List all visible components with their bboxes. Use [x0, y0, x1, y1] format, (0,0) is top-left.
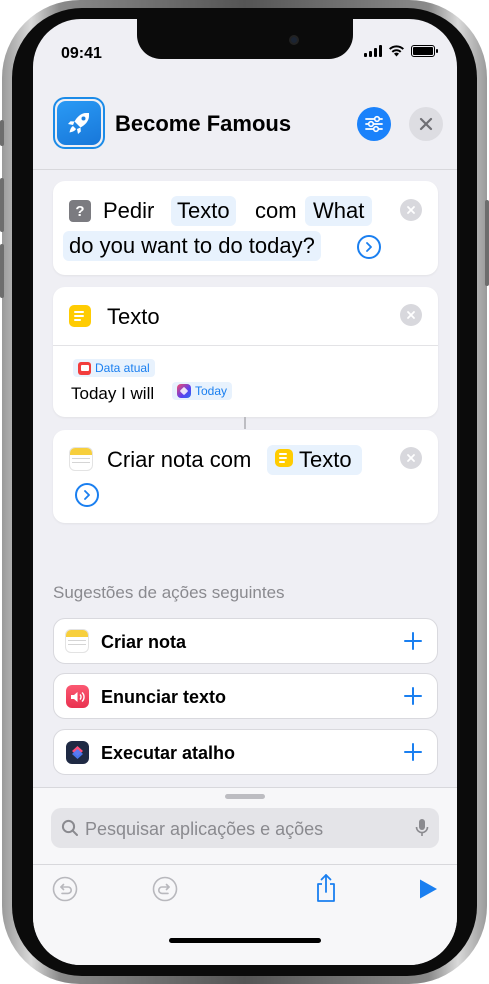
- redo-icon[interactable]: [152, 876, 178, 902]
- action-search-panel: Pesquisar aplicações e ações: [33, 787, 457, 965]
- rocket-icon: [68, 113, 89, 134]
- shortcuts-icon: [177, 384, 191, 398]
- drag-handle[interactable]: [225, 794, 265, 799]
- suggestion-label: Executar atalho: [101, 743, 236, 763]
- ask-verb: Pedir: [103, 198, 155, 223]
- close-icon: [407, 311, 415, 319]
- notch: [137, 19, 353, 59]
- suggestion-label: Enunciar texto: [101, 687, 227, 707]
- question-icon: ?: [69, 200, 91, 222]
- expand-chevron-icon[interactable]: [75, 483, 99, 507]
- search-input[interactable]: Pesquisar aplicações e ações: [51, 808, 439, 848]
- action-ask-for-input[interactable]: ? Pedir Texto com What do you want to do…: [53, 181, 438, 275]
- search-placeholder: Pesquisar aplicações e ações: [85, 819, 324, 839]
- text-body[interactable]: Today I will: [71, 384, 154, 404]
- speech-icon: [66, 685, 89, 708]
- close-icon: [407, 454, 415, 462]
- phone-side-button: [0, 178, 4, 232]
- cellular-signal-icon: [364, 45, 382, 57]
- sliders-icon: [365, 115, 383, 133]
- notes-icon: [69, 447, 93, 471]
- prompt-token[interactable]: What: [305, 196, 373, 226]
- action-create-note[interactable]: Criar nota com Texto: [53, 430, 438, 523]
- action-text[interactable]: Texto Data atual Today I will Today: [53, 287, 438, 417]
- status-time: 09:41: [61, 45, 102, 62]
- expand-chevron-icon[interactable]: [357, 235, 381, 259]
- remove-action-button[interactable]: [400, 304, 422, 326]
- divider: [53, 345, 438, 346]
- suggestion-create-note[interactable]: Criar nota: [53, 618, 438, 664]
- close-icon: [407, 206, 415, 214]
- shortcut-icon: [66, 741, 89, 764]
- shortcut-title: Become Famous: [115, 111, 292, 136]
- remove-action-button[interactable]: [400, 199, 422, 221]
- camera-icon: [289, 35, 299, 45]
- toolbar-divider: [33, 864, 457, 865]
- prompt-token-continued[interactable]: do you want to do today?: [63, 231, 321, 261]
- suggestion-run-shortcut[interactable]: Executar atalho: [53, 729, 438, 775]
- notes-icon: [65, 629, 89, 653]
- microphone-icon[interactable]: [415, 818, 429, 838]
- text-icon: [69, 305, 91, 327]
- suggestion-label: Criar nota: [101, 632, 187, 652]
- date-variable-token[interactable]: Data atual: [73, 359, 155, 377]
- suggestion-speak-text[interactable]: Enunciar texto: [53, 673, 438, 719]
- today-token-label: Today: [195, 384, 228, 398]
- text-icon: [275, 449, 293, 467]
- settings-button[interactable]: [357, 107, 391, 141]
- calendar-icon: [78, 361, 91, 375]
- suggestions-title: Sugestões de ações seguintes: [53, 583, 285, 602]
- close-button[interactable]: [409, 107, 443, 141]
- phone-side-button: [0, 244, 4, 298]
- add-icon[interactable]: [403, 742, 423, 762]
- screen: 09:41 Become Famous ? Pedir Texto com Wh…: [33, 19, 457, 965]
- add-icon[interactable]: [403, 686, 423, 706]
- play-icon[interactable]: [418, 878, 438, 900]
- date-token-label: Data atual: [95, 361, 150, 375]
- share-icon[interactable]: [315, 873, 337, 903]
- input-type-token[interactable]: Texto: [171, 196, 236, 226]
- text-action-title: Texto: [107, 304, 160, 329]
- wifi-icon: [389, 45, 404, 57]
- battery-icon: [411, 45, 438, 57]
- shortcut-app-icon[interactable]: [53, 97, 105, 149]
- phone-side-button: [485, 200, 489, 286]
- home-indicator[interactable]: [169, 938, 321, 943]
- remove-action-button[interactable]: [400, 447, 422, 469]
- status-icons: [364, 45, 438, 57]
- header-divider: [33, 169, 457, 170]
- flow-connector: [244, 417, 246, 429]
- create-note-label: Criar nota com: [107, 447, 252, 472]
- close-icon: [419, 117, 433, 131]
- phone-side-button: [0, 120, 4, 146]
- undo-icon[interactable]: [52, 876, 78, 902]
- today-variable-token[interactable]: Today: [172, 382, 233, 400]
- shortcut-header: Become Famous: [33, 79, 457, 171]
- add-icon[interactable]: [403, 631, 423, 651]
- search-icon: [61, 819, 78, 836]
- ask-connector: com: [255, 198, 297, 223]
